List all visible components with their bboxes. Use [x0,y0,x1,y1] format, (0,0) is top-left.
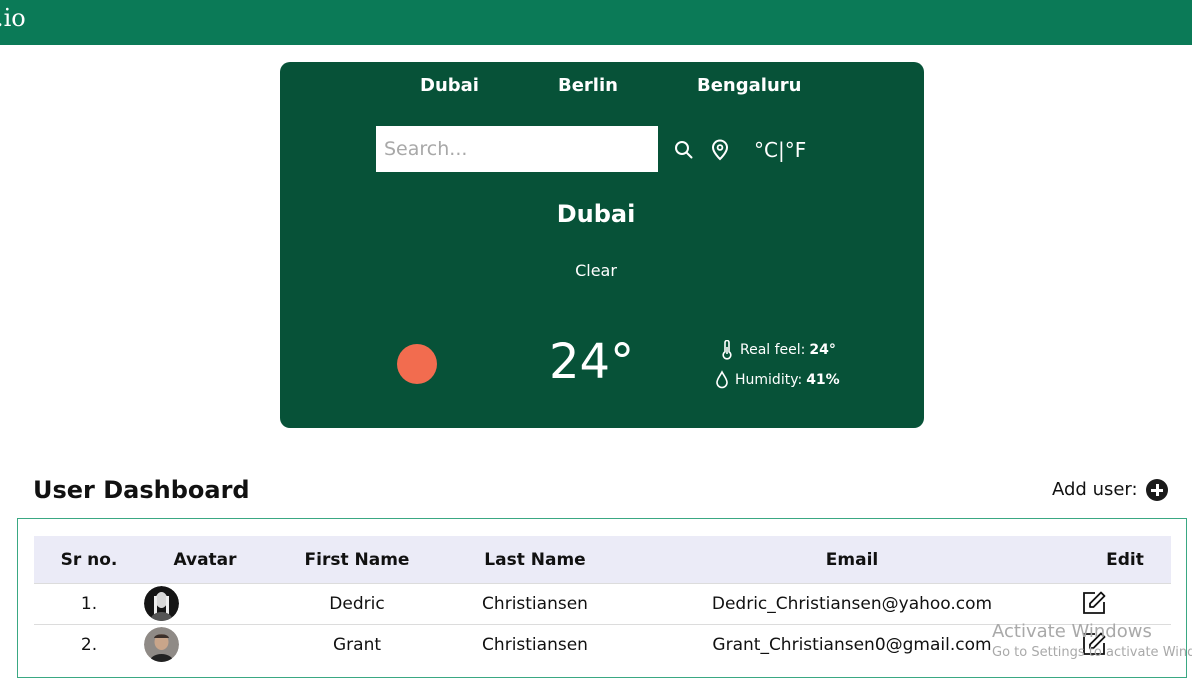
humidity-detail: Humidity: 41% [715,370,840,390]
column-header-sr-no: Sr no. [60,550,118,570]
column-header-edit: Edit [1106,550,1144,570]
row-1-last-name: Christiansen [482,594,588,614]
humidity-label: Humidity: [735,372,803,388]
row-1-email: Dedric_Christiansen@yahoo.com [711,594,993,614]
dashboard-title: User Dashboard [33,476,250,504]
fahrenheit-button[interactable]: °F [785,138,807,162]
add-user-label: Add user: [1052,479,1138,500]
thermometer-icon [722,340,732,360]
row-divider [34,583,1171,584]
add-user-button[interactable] [1146,479,1168,501]
column-header-avatar: Avatar [173,550,237,570]
weather-condition: Clear [575,261,617,280]
real-feel-detail: Real feel: 24° [720,340,836,360]
search-icon[interactable] [674,140,694,164]
current-city-name: Dubai [556,200,636,228]
unit-separator: | [777,138,785,162]
water-drop-icon [716,370,728,389]
unit-toggle: °C|°F [754,138,806,162]
celsius-button[interactable]: °C [754,138,778,162]
row-1-edit-icon[interactable] [1081,590,1107,620]
activate-windows-watermark: Activate Windows [992,621,1152,642]
row-1-first-name: Dedric [329,594,385,614]
activate-windows-subtext: Go to Settings to activate Windows. [992,645,1192,660]
column-header-last-name: Last Name [484,550,586,570]
humidity-value: 41% [806,372,840,388]
sun-icon [397,344,437,384]
temperature-reading: 24° [549,334,635,390]
row-1-sr-no: 1. [80,594,98,614]
real-feel-label: Real feel: [740,342,806,358]
city-tab-bengaluru[interactable]: Bengaluru [697,75,801,96]
real-feel-value: 24° [809,342,836,358]
brand-logo-text[interactable]: .io [0,4,26,32]
row-1-avatar [144,586,179,621]
column-header-first-name: First Name [304,550,410,570]
row-2-first-name: Grant [332,635,382,655]
row-2-email: Grant_Christiansen0@gmail.com [712,635,992,655]
city-tab-berlin[interactable]: Berlin [558,75,618,96]
top-nav-bar: .io [0,0,1192,45]
location-pin-icon[interactable] [711,139,729,165]
row-2-avatar [144,627,179,662]
city-search-input[interactable] [376,126,658,172]
row-2-last-name: Christiansen [482,635,588,655]
column-header-email: Email [825,550,879,570]
row-2-sr-no: 2. [80,635,98,655]
city-tab-dubai[interactable]: Dubai [420,75,479,96]
